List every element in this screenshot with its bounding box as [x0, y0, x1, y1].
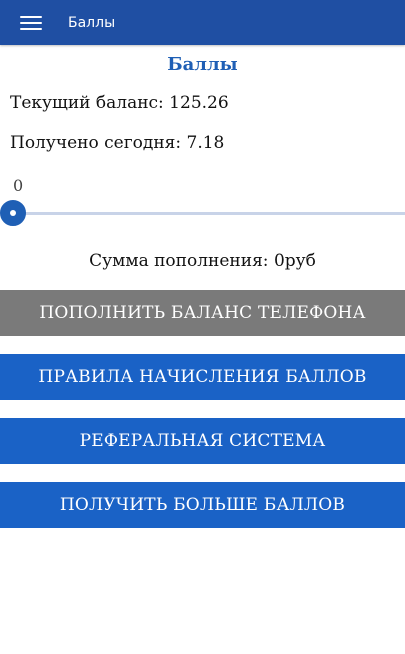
get-more-points-button[interactable]: ПОЛУЧИТЬ БОЛЬШЕ БАЛЛОВ [0, 482, 405, 528]
hamburger-menu-icon[interactable] [20, 14, 44, 32]
referral-system-button[interactable]: РЕФЕРАЛЬНАЯ СИСТЕМА [0, 418, 405, 464]
topup-sum-text: Сумма пополнения: 0руб [89, 251, 316, 271]
slider-value-label: 0 [13, 176, 24, 195]
topup-amount-slider[interactable] [0, 200, 405, 230]
slider-track[interactable] [18, 212, 405, 215]
current-balance-text: Текущий баланс: 125.26 [10, 93, 229, 113]
topup-phone-balance-button[interactable]: ПОПОЛНИТЬ БАЛАНС ТЕЛЕФОНА [0, 290, 405, 336]
received-today-text: Получено сегодня: 7.18 [10, 133, 225, 153]
page-title: Баллы [167, 54, 238, 75]
app-bar-title: Баллы [68, 14, 116, 31]
app-bar: Баллы [0, 0, 405, 45]
slider-thumb[interactable] [0, 200, 26, 226]
points-rules-button[interactable]: ПРАВИЛА НАЧИСЛЕНИЯ БАЛЛОВ [0, 354, 405, 400]
